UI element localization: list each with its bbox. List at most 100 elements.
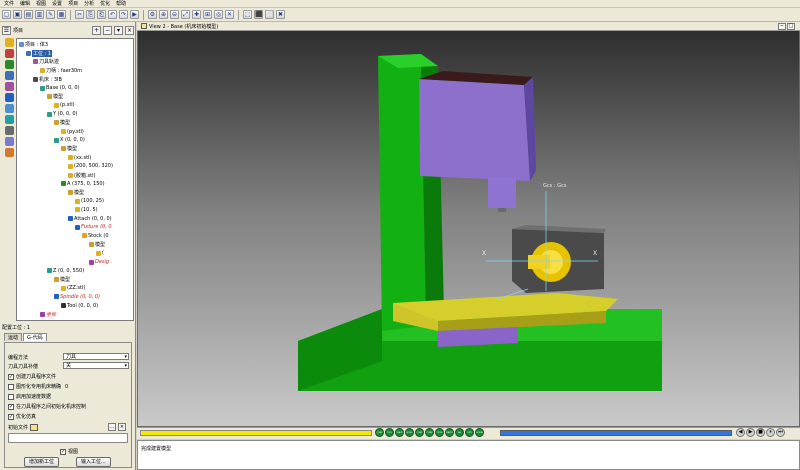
stock-icon[interactable]	[4, 49, 14, 58]
tree-node[interactable]: (胶箱.stl)	[68, 172, 95, 179]
machine-button-8[interactable]: SEL	[455, 428, 464, 437]
tree-node[interactable]: 模型	[89, 241, 105, 248]
edit-icon[interactable]: ✎	[46, 10, 55, 19]
checkbox-row[interactable]: ✓ 优化仿真	[8, 413, 36, 420]
checkbox-row[interactable]: ✓ 在刀具程序之间初始化机床控制	[8, 403, 86, 410]
machine-button-5[interactable]: COMP	[425, 428, 434, 437]
box-icon[interactable]: ⬚	[243, 10, 252, 19]
optimize-checkbox[interactable]: ✓	[8, 413, 14, 420]
tree-node[interactable]: 项目 : 体3	[19, 41, 48, 48]
simulation-progress-yellow[interactable]	[140, 430, 372, 436]
tree-options-button[interactable]: ▾	[114, 25, 123, 35]
menu-item-1[interactable]: 编辑	[18, 0, 32, 7]
stop-button[interactable]: ■	[756, 428, 765, 437]
nc-program-icon[interactable]	[4, 93, 14, 102]
tree-node[interactable]: Spindle (0, 0, 0)	[54, 293, 100, 300]
new-file-icon[interactable]: ▢	[2, 10, 11, 19]
coord-icon[interactable]	[4, 104, 14, 113]
init-control-checkbox[interactable]: ✓	[8, 403, 14, 410]
tree-node[interactable]: 模型	[68, 189, 84, 196]
machine-button-2[interactable]: TRACK	[395, 428, 404, 437]
collapse-button[interactable]: −	[103, 25, 112, 35]
maximize-button[interactable]: □	[787, 23, 795, 30]
add-icon[interactable]: ✚	[192, 10, 201, 19]
tree-node[interactable]: Base (0, 0, 0)	[40, 85, 80, 92]
checkbox-row[interactable]: 图形化专用机床精确 0	[8, 383, 68, 390]
checkbox-row[interactable]: 启用加速度数据	[8, 393, 51, 400]
machine-button-10[interactable]: MODEL	[475, 428, 484, 437]
pause-button[interactable]: ⏸	[766, 428, 775, 437]
delete-icon[interactable]: ✕	[225, 10, 234, 19]
clear-file-button[interactable]: ×	[118, 423, 126, 431]
fixture-icon[interactable]	[4, 60, 14, 69]
tree-node[interactable]: 机床 : 3IB	[33, 76, 62, 83]
wire-icon[interactable]: ⬜	[265, 10, 274, 19]
tree-node[interactable]: Fixture (0, 0	[75, 224, 112, 231]
machine-icon[interactable]	[4, 126, 14, 135]
play-button[interactable]: ▶	[746, 428, 755, 437]
tree-node[interactable]: (ZZ.stl)	[61, 285, 85, 292]
tree-node[interactable]: Z (0, 0, 550)	[47, 267, 84, 274]
tree-node[interactable]: 模型	[61, 145, 77, 152]
machine-button-6[interactable]: CYCLE	[435, 428, 444, 437]
menu-item-0[interactable]: 文件	[2, 0, 16, 7]
tree-node[interactable]: Desig	[89, 259, 109, 266]
save-as-icon[interactable]: ▥	[35, 10, 44, 19]
add-setup-button[interactable]: 增加新工位	[24, 457, 60, 467]
grid-icon[interactable]: ▦	[57, 10, 66, 19]
machine-button-9[interactable]: OPTI	[465, 428, 474, 437]
report-icon[interactable]	[4, 148, 14, 157]
menu-item-5[interactable]: 分析	[82, 0, 96, 7]
step-button[interactable]: ⏭	[776, 428, 785, 437]
analysis-icon[interactable]	[4, 137, 14, 146]
view-check-row[interactable]: ✓ 视图	[60, 448, 78, 455]
menu-item-4[interactable]: 项目	[66, 0, 80, 7]
accel-checkbox[interactable]	[8, 393, 14, 400]
tab-gcode[interactable]: G-代码	[23, 333, 47, 341]
simulation-progress-blue[interactable]	[500, 430, 732, 436]
precision-checkbox[interactable]	[8, 383, 14, 390]
machine-button-1[interactable]: TOOL	[385, 428, 394, 437]
tree-node[interactable]: 刀具轨迹	[33, 58, 59, 65]
tree-node[interactable]: Stock (0	[82, 232, 109, 239]
setup-icon[interactable]	[4, 38, 14, 47]
copy-icon[interactable]: ⎘	[86, 10, 95, 19]
tree-node[interactable]: 刀柄 : faer30m	[40, 67, 82, 74]
tree-node[interactable]: (p.stl)	[54, 102, 75, 109]
tree-node[interactable]: A (375, 0, 150)	[61, 180, 105, 187]
tree-node[interactable]: 工位 : 1	[26, 49, 53, 57]
workoffset-icon[interactable]	[4, 115, 14, 124]
fit-icon[interactable]: ⤢	[181, 10, 190, 19]
rewind-button[interactable]: ◀	[736, 428, 745, 437]
tree-node[interactable]: 坐标	[40, 311, 56, 318]
checkbox-row[interactable]: ✓ 创建刀具程序文件	[8, 373, 56, 380]
folder-icon[interactable]	[30, 424, 39, 431]
tree-node[interactable]: (xx.stl)	[68, 154, 91, 161]
target-icon[interactable]: ◎	[214, 10, 223, 19]
menu-item-2[interactable]: 视图	[34, 0, 48, 7]
tree-node[interactable]: (100, 25)	[75, 198, 104, 205]
tree-node[interactable]: Y (0, 0, 0)	[47, 111, 77, 118]
solid-icon[interactable]: ⬛	[254, 10, 263, 19]
tree-node[interactable]: Attach (0, 0, 0)	[68, 215, 112, 222]
view-checkbox[interactable]: ✓	[60, 448, 66, 455]
tree-node[interactable]: (py.stl)	[61, 128, 84, 135]
zoom-in-icon[interactable]: ⊕	[159, 10, 168, 19]
tree-node[interactable]: 模型	[47, 93, 63, 100]
menu-item-6[interactable]: 优化	[98, 0, 112, 7]
create-program-checkbox[interactable]: ✓	[8, 373, 14, 380]
programming-method-select[interactable]: 刀具	[63, 353, 129, 360]
minimize-button[interactable]: −	[778, 23, 786, 30]
tab-motion[interactable]: 运动	[4, 333, 23, 341]
machine-button-0[interactable]: COMP	[375, 428, 384, 437]
open-icon[interactable]: ▣	[13, 10, 22, 19]
tree-node[interactable]: 模型	[54, 119, 70, 126]
design-icon[interactable]	[4, 82, 14, 91]
machine-button-7[interactable]: MACRO	[445, 428, 454, 437]
undo-icon[interactable]: ↶	[108, 10, 117, 19]
menu-item-3[interactable]: 设置	[50, 0, 64, 7]
menu-item-7[interactable]: 帮助	[114, 0, 128, 7]
tree-node[interactable]: 模型	[54, 276, 70, 283]
tree-node[interactable]: (10, 5)	[75, 206, 98, 213]
expand-button[interactable]: +	[92, 25, 101, 35]
